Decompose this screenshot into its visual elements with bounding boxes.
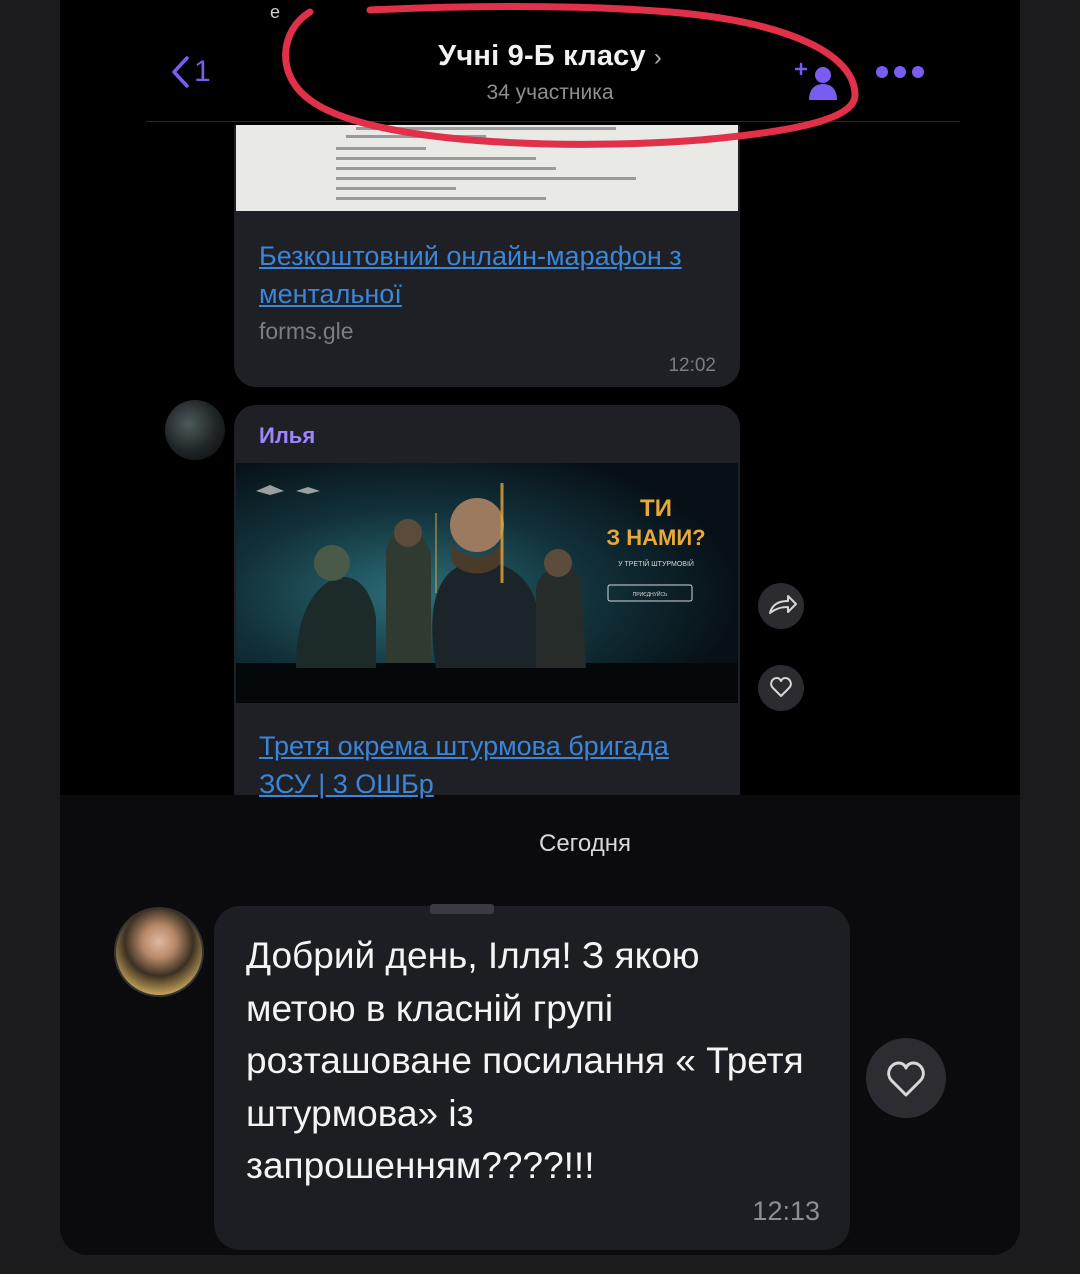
link-domain: forms.gle [259, 318, 354, 344]
link-preview-image[interactable] [236, 125, 738, 211]
link-title[interactable]: Безкоштовний онлайн-марафон з ментальної [259, 237, 699, 313]
unread-count: 1 [194, 55, 211, 88]
sender-name[interactable]: Илья [259, 423, 315, 449]
heart-icon [770, 677, 792, 697]
preview-text-line [336, 167, 556, 170]
member-count: 34 участника [486, 81, 614, 104]
preview-text-line [336, 177, 636, 180]
banner-button: ПРИЄДНУЙСЬ [633, 590, 668, 598]
chat-header: 1 Учні 9-Б класу › 34 участника [0, 0, 1080, 125]
more-dot [894, 66, 906, 78]
avatar[interactable] [165, 400, 225, 460]
preview-text-line [336, 197, 546, 200]
soldiers-illustration: ТИ З НАМИ? У ТРЕТІЙ ШТУРМОВІЙ ПРИЄДНУЙСЬ [236, 463, 738, 703]
heart-icon [887, 1061, 925, 1097]
banner-image[interactable]: ТИ З НАМИ? У ТРЕТІЙ ШТУРМОВІЙ ПРИЄДНУЙСЬ [236, 463, 738, 703]
banner-headline-1: ТИ [640, 495, 672, 522]
back-button[interactable]: 1 [170, 56, 211, 88]
chevron-right-icon: › [653, 44, 662, 71]
more-dot [876, 66, 888, 78]
preview-text-line [356, 127, 616, 130]
add-person-icon[interactable] [795, 56, 841, 102]
bubble-notch [430, 904, 494, 914]
like-button[interactable] [758, 665, 804, 711]
header-divider [146, 121, 960, 122]
like-button[interactable] [866, 1038, 946, 1118]
share-arrow-icon [769, 595, 797, 614]
banner-headline-2: З НАМИ? [606, 525, 705, 550]
chat-title: Учні 9-Б класу [438, 40, 646, 72]
message-time: 12:13 [752, 1196, 820, 1226]
message-time: 12:02 [668, 355, 716, 376]
avatar[interactable] [114, 907, 204, 997]
banner-tagline: У ТРЕТІЙ ШТУРМОВІЙ [618, 559, 694, 568]
preview-text-line [336, 157, 536, 160]
message-text: Добрий день, Ілля! З якою метою в класні… [246, 935, 804, 1186]
more-button[interactable] [876, 66, 924, 78]
chevron-left-icon [172, 56, 189, 88]
message-bubble-banner[interactable]: Илья ТИ З НАМИ? У ТРЕТІЙ ШТУРМОВІЙ ПРИЄД… [234, 405, 740, 799]
date-label: Сегодня [539, 830, 631, 857]
date-separator: Сегодня [0, 830, 1080, 858]
preview-text-line [336, 147, 426, 150]
link-title[interactable]: Третя окрема штурмова бригада ЗСУ | 3 ОШ… [259, 727, 719, 803]
more-dot [912, 66, 924, 78]
share-button[interactable] [758, 583, 804, 629]
preview-text-line [346, 135, 486, 138]
preview-text-line [336, 187, 456, 190]
chat-title-area[interactable]: Учні 9-Б класу › 34 участника [380, 40, 720, 105]
message-bubble-text[interactable]: Добрий день, Ілля! З якою метою в класні… [214, 904, 850, 1250]
message-bubble-link[interactable]: Безкоштовний онлайн-марафон з ментальної… [234, 125, 740, 387]
